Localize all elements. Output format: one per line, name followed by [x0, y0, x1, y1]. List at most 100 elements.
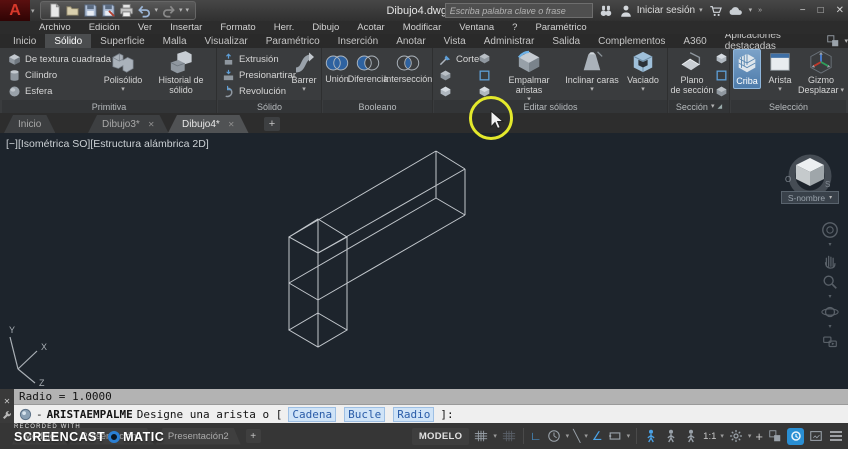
panel-label-solido[interactable]: Sólido — [218, 100, 321, 113]
polar-caret-icon[interactable]: ▾ — [584, 432, 588, 440]
showmotion-icon[interactable] — [821, 333, 839, 351]
menu-modificar[interactable]: Modificar — [394, 22, 451, 33]
menu-formato[interactable]: Formato — [211, 22, 264, 33]
menu-ver[interactable]: Ver — [129, 22, 161, 33]
layout-tab-presentacion2[interactable]: Presentación2 — [156, 428, 241, 445]
add-jog-tool-icon[interactable] — [715, 69, 728, 82]
ribbon-tab-solido[interactable]: Sólido — [45, 34, 91, 48]
object-snap-tracking-icon[interactable]: ∠ — [592, 430, 603, 442]
command-wrench-icon[interactable] — [2, 410, 12, 420]
fillet-edge-button[interactable]: Empalmar aristas ▾ — [498, 50, 560, 103]
doc-tab-dibujo3[interactable]: Dibujo3* ✕ — [88, 115, 169, 133]
seccion-launcher-icon[interactable]: ◢ — [717, 103, 722, 110]
search-input[interactable] — [445, 3, 593, 18]
presspull-button[interactable]: Presionartirar — [222, 68, 296, 83]
zoom-extents-icon[interactable] — [821, 273, 839, 291]
command-option-cadena[interactable]: Cadena — [288, 407, 336, 422]
snap-grid-icon[interactable] — [501, 428, 517, 444]
osnap-caret-icon[interactable]: ▾ — [627, 432, 631, 440]
undo-icon[interactable] — [137, 3, 152, 18]
doc-tab-dibujo3-close-icon[interactable]: ✕ — [148, 120, 155, 129]
clean-screen-icon[interactable] — [808, 428, 824, 444]
polysolid-button[interactable]: Polisólido ▾ — [100, 50, 146, 93]
orbit-caret-icon[interactable]: ▾ — [828, 325, 831, 329]
signin-button[interactable]: Iniciar sesión ▾ — [619, 4, 703, 18]
filter-criba-button[interactable]: Criba — [733, 49, 761, 89]
command-close-icon[interactable]: ✕ — [4, 398, 11, 406]
model-space-button[interactable]: MODELO — [412, 428, 470, 445]
menu-edicion[interactable]: Edición — [80, 22, 129, 33]
annotation-visibility-icon[interactable] — [643, 428, 659, 444]
menu-parametrico[interactable]: Paramétrico — [526, 22, 595, 33]
cylinder-button[interactable]: Cilindro — [8, 68, 57, 83]
annotation-scale-value[interactable]: 1:1 — [703, 431, 716, 442]
wireframe-model[interactable] — [0, 133, 848, 389]
object-snap-icon[interactable] — [607, 428, 623, 444]
ribbon-tab-superficie[interactable]: Superficie — [91, 34, 153, 48]
generate-section-tool-icon[interactable] — [715, 85, 728, 98]
ucs-dropdown-button[interactable]: S-nombre ▾ — [781, 191, 839, 204]
redo-icon[interactable] — [161, 3, 176, 18]
new-drawing-tab-button[interactable]: + — [264, 117, 280, 131]
edge-select-button[interactable]: Arista ▾ — [765, 50, 795, 93]
ribbon-minimize-toggle[interactable]: ▾ — [825, 34, 848, 48]
ribbon-tab-apps[interactable]: Aplicaciones destacadas — [716, 34, 816, 48]
undo-caret-icon[interactable]: ▾ — [155, 7, 159, 14]
doc-tab-dibujo4[interactable]: Dibujo4* ✕ — [168, 115, 249, 133]
autoscale-icon[interactable] — [663, 428, 679, 444]
navigation-wheel-icon[interactable] — [821, 221, 839, 239]
shell-button[interactable]: Vaciado ▾ — [622, 50, 664, 93]
panel-label-seleccion[interactable]: Selección — [731, 100, 846, 113]
grid-caret-icon[interactable]: ▾ — [493, 432, 497, 440]
orbit-icon[interactable] — [821, 303, 839, 321]
menu-dibujo[interactable]: Dibujo — [303, 22, 348, 33]
sweep-button[interactable]: Barrer ▾ — [288, 50, 320, 93]
zoom-caret-icon[interactable]: ▾ — [828, 295, 831, 299]
pan-icon[interactable] — [821, 251, 839, 269]
doc-tab-dibujo4-close-icon[interactable]: ✕ — [228, 120, 235, 129]
annotation-monitor-plus-icon[interactable]: + — [755, 430, 763, 443]
a360-cloud-icon[interactable] — [729, 4, 743, 18]
interfere-tool-icon[interactable] — [439, 69, 452, 82]
exchange-cart-icon[interactable] — [709, 4, 723, 18]
doc-tab-inicio[interactable]: Inicio — [4, 115, 55, 133]
minimize-button[interactable]: − — [800, 5, 806, 16]
isodraft-icon[interactable] — [546, 428, 562, 444]
annotation-scale-icon[interactable] — [683, 428, 699, 444]
command-option-radio[interactable]: Radio — [393, 407, 434, 422]
app-menu-caret-icon[interactable]: ▾ — [31, 7, 35, 15]
thicken-tool-icon[interactable] — [439, 85, 452, 98]
extrude-button[interactable]: Extrusión — [222, 52, 279, 67]
menu-insertar[interactable]: Insertar — [161, 22, 211, 33]
cloud-caret-icon[interactable]: ▾ — [749, 7, 753, 14]
sphere-button[interactable]: Esfera — [8, 84, 52, 99]
menu-archivo[interactable]: Archivo — [30, 22, 80, 33]
ribbon-tab-malla[interactable]: Malla — [154, 34, 196, 48]
isolate-objects-icon[interactable] — [767, 428, 783, 444]
new-layout-button[interactable]: + — [246, 429, 261, 443]
live-section-tool-icon[interactable] — [715, 52, 728, 65]
extract-edges-tool-icon[interactable] — [478, 69, 491, 82]
open-file-icon[interactable] — [65, 3, 80, 18]
slice-button[interactable]: Corte — [439, 52, 479, 67]
toolbar-more-icon[interactable]: » — [758, 7, 762, 14]
maximize-button[interactable]: □ — [818, 5, 824, 16]
panel-label-primitiva[interactable]: Primitiva — [2, 100, 216, 113]
menu-acotar[interactable]: Acotar — [348, 22, 393, 33]
section-plane-button[interactable]: Plano de sección — [670, 50, 714, 96]
isodraft-caret-icon[interactable]: ▾ — [566, 432, 570, 440]
ribbon-tab-a360[interactable]: A360 — [674, 34, 715, 48]
panel-label-booleano[interactable]: Booleano — [323, 100, 432, 113]
ribbon-tab-vista[interactable]: Vista — [435, 34, 475, 48]
customization-menu-icon[interactable] — [828, 428, 844, 444]
panel-label-seccion[interactable]: Sección ▾ ◢ — [669, 100, 729, 113]
grid-display-icon[interactable] — [473, 428, 489, 444]
drawing-viewport[interactable]: [−][Isométrica SO][Estructura alámbrica … — [0, 133, 848, 389]
hardware-acceleration-button[interactable] — [787, 428, 804, 445]
qat-customize-caret-icon[interactable]: ▾ — [186, 7, 190, 14]
plot-icon[interactable] — [119, 3, 134, 18]
solid-history-button[interactable]: Historial de sólido — [148, 50, 214, 96]
ribbon-tab-salida[interactable]: Salida — [543, 34, 589, 48]
navwheel-caret-icon[interactable]: ▾ — [828, 243, 831, 247]
polar-tracking-icon[interactable]: ╲ — [573, 430, 580, 442]
